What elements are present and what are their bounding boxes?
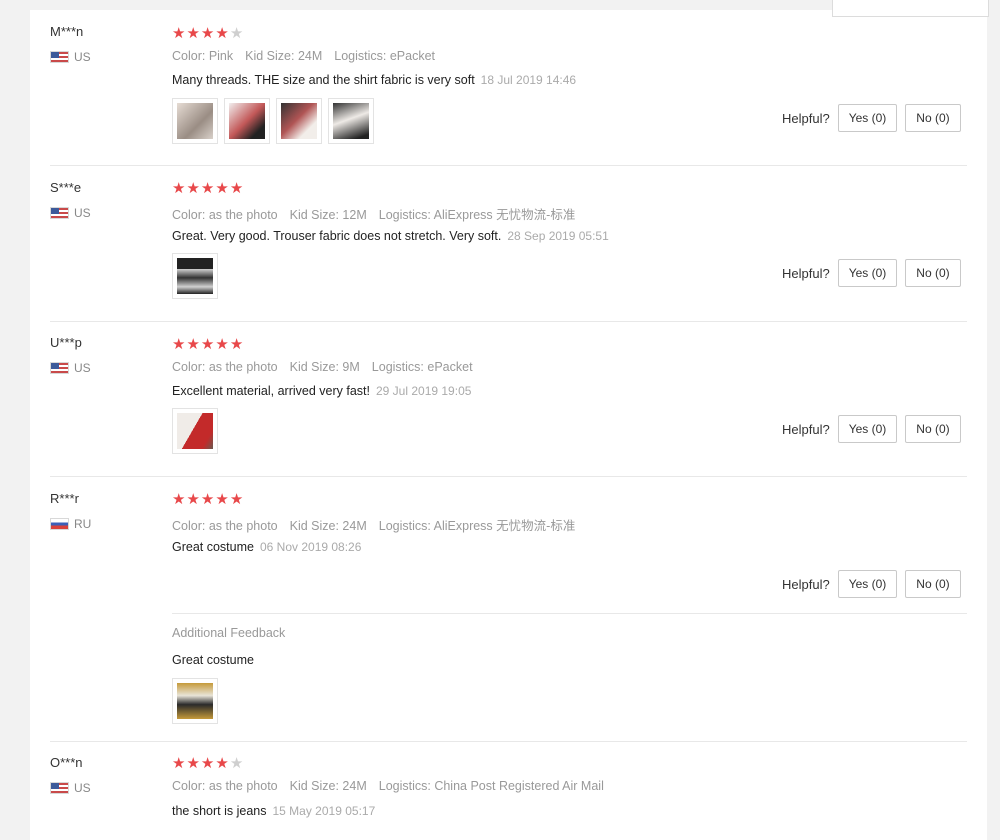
reviewer-country: US bbox=[50, 781, 91, 795]
review-text: Many threads. THE size and the shirt fab… bbox=[172, 73, 577, 87]
helpful-yes-button[interactable]: Yes (0) bbox=[837, 415, 898, 443]
feedback-panel: M***n US ★★★★★ Color: Pink Kid Size: 24M L… bbox=[30, 0, 989, 840]
helpful-vote: Helpful? Yes (0) No (0) bbox=[782, 259, 961, 287]
us-flag-icon bbox=[50, 207, 69, 219]
star-filled-icon: ★ bbox=[215, 755, 230, 772]
helpful-no-button[interactable]: No (0) bbox=[905, 570, 961, 598]
reviewer-name: M***n bbox=[50, 24, 84, 39]
review-photo-thumbnail[interactable] bbox=[328, 98, 374, 144]
star-filled-icon: ★ bbox=[215, 180, 230, 197]
divider bbox=[172, 613, 967, 614]
order-info: Color: as the photo Kid Size: 9M Logistics… bbox=[172, 360, 473, 374]
sort-dropdown[interactable] bbox=[832, 0, 989, 17]
review-date: 15 May 2019 05:17 bbox=[272, 804, 376, 818]
reviewer-country: US bbox=[50, 50, 91, 64]
us-flag-icon bbox=[50, 782, 69, 794]
helpful-no-button[interactable]: No (0) bbox=[905, 104, 961, 132]
additional-feedback-photos bbox=[172, 678, 218, 724]
helpful-yes-button[interactable]: Yes (0) bbox=[837, 570, 898, 598]
star-filled-icon: ★ bbox=[172, 336, 187, 353]
helpful-vote: Helpful? Yes (0) No (0) bbox=[782, 104, 961, 132]
review-photo-thumbnail[interactable] bbox=[224, 98, 270, 144]
reviewer-country: RU bbox=[50, 517, 91, 531]
star-filled-icon: ★ bbox=[215, 25, 230, 42]
reviewer-name: U***p bbox=[50, 335, 82, 350]
star-filled-icon: ★ bbox=[200, 25, 216, 42]
additional-feedback-text: Great costume bbox=[172, 653, 254, 667]
star-filled-icon: ★ bbox=[215, 491, 230, 508]
us-flag-icon bbox=[50, 362, 69, 374]
review-photo-thumbnail[interactable] bbox=[276, 98, 322, 144]
review-text: the short is jeans 15 May 2019 05:17 bbox=[172, 804, 376, 818]
star-filled-icon: ★ bbox=[186, 336, 201, 353]
star-empty-icon: ★ bbox=[229, 755, 245, 772]
star-filled-icon: ★ bbox=[215, 336, 230, 353]
divider bbox=[50, 741, 967, 742]
star-filled-icon: ★ bbox=[172, 25, 187, 42]
order-info: Color: as the photo Kid Size: 12M Logistic… bbox=[172, 208, 576, 222]
star-filled-icon: ★ bbox=[186, 180, 201, 197]
star-rating: ★★★★★ bbox=[172, 179, 244, 197]
review-photos bbox=[172, 253, 218, 299]
divider bbox=[50, 321, 967, 322]
review-photo-thumbnail[interactable] bbox=[172, 98, 218, 144]
star-empty-icon: ★ bbox=[229, 25, 245, 42]
star-filled-icon: ★ bbox=[186, 25, 201, 42]
star-rating: ★★★★★ bbox=[172, 490, 244, 508]
star-filled-icon: ★ bbox=[200, 491, 216, 508]
star-filled-icon: ★ bbox=[186, 491, 201, 508]
divider bbox=[50, 476, 967, 477]
star-rating: ★★★★★ bbox=[172, 335, 244, 353]
order-info: Color: as the photo Kid Size: 24M Logistic… bbox=[172, 519, 576, 533]
helpful-yes-button[interactable]: Yes (0) bbox=[837, 104, 898, 132]
review-photos bbox=[172, 98, 374, 144]
star-filled-icon: ★ bbox=[172, 491, 187, 508]
star-filled-icon: ★ bbox=[229, 336, 245, 353]
star-filled-icon: ★ bbox=[186, 755, 201, 772]
star-filled-icon: ★ bbox=[200, 336, 216, 353]
additional-feedback-label: Additional Feedback bbox=[172, 626, 286, 640]
star-filled-icon: ★ bbox=[200, 180, 216, 197]
star-rating: ★★★★★ bbox=[172, 754, 244, 772]
divider bbox=[50, 165, 967, 166]
star-filled-icon: ★ bbox=[172, 755, 187, 772]
review-photo-thumbnail[interactable] bbox=[172, 678, 218, 724]
review-text: Great costume 06 Nov 2019 08:26 bbox=[172, 540, 362, 554]
reviewer-name: R***r bbox=[50, 491, 79, 506]
star-filled-icon: ★ bbox=[229, 180, 245, 197]
review-date: 28 Sep 2019 05:51 bbox=[507, 229, 609, 243]
reviewer-country: US bbox=[50, 206, 91, 220]
reviewer-country: US bbox=[50, 361, 91, 375]
review-photo-thumbnail[interactable] bbox=[172, 408, 218, 454]
helpful-no-button[interactable]: No (0) bbox=[905, 259, 961, 287]
us-flag-icon bbox=[50, 51, 69, 63]
helpful-vote: Helpful? Yes (0) No (0) bbox=[782, 570, 961, 598]
star-filled-icon: ★ bbox=[200, 755, 216, 772]
star-filled-icon: ★ bbox=[172, 180, 187, 197]
reviewer-name: O***n bbox=[50, 755, 83, 770]
review-date: 29 Jul 2019 19:05 bbox=[376, 384, 472, 398]
reviewer-name: S***e bbox=[50, 180, 82, 195]
star-rating: ★★★★★ bbox=[172, 24, 244, 42]
review-text: Great. Very good. Trouser fabric does no… bbox=[172, 229, 609, 243]
review-photo-thumbnail[interactable] bbox=[172, 253, 218, 299]
order-info: Color: Pink Kid Size: 24M Logistics: ePack… bbox=[172, 49, 436, 63]
helpful-vote: Helpful? Yes (0) No (0) bbox=[782, 415, 961, 443]
helpful-yes-button[interactable]: Yes (0) bbox=[837, 259, 898, 287]
review-photos bbox=[172, 408, 218, 454]
ru-flag-icon bbox=[50, 518, 69, 530]
review-date: 06 Nov 2019 08:26 bbox=[259, 540, 362, 554]
review-date: 18 Jul 2019 14:46 bbox=[480, 73, 577, 87]
review-text: Excellent material, arrived very fast! 29… bbox=[172, 384, 472, 398]
order-info: Color: as the photo Kid Size: 24M Logistic… bbox=[172, 779, 604, 793]
helpful-no-button[interactable]: No (0) bbox=[905, 415, 961, 443]
star-filled-icon: ★ bbox=[229, 491, 245, 508]
